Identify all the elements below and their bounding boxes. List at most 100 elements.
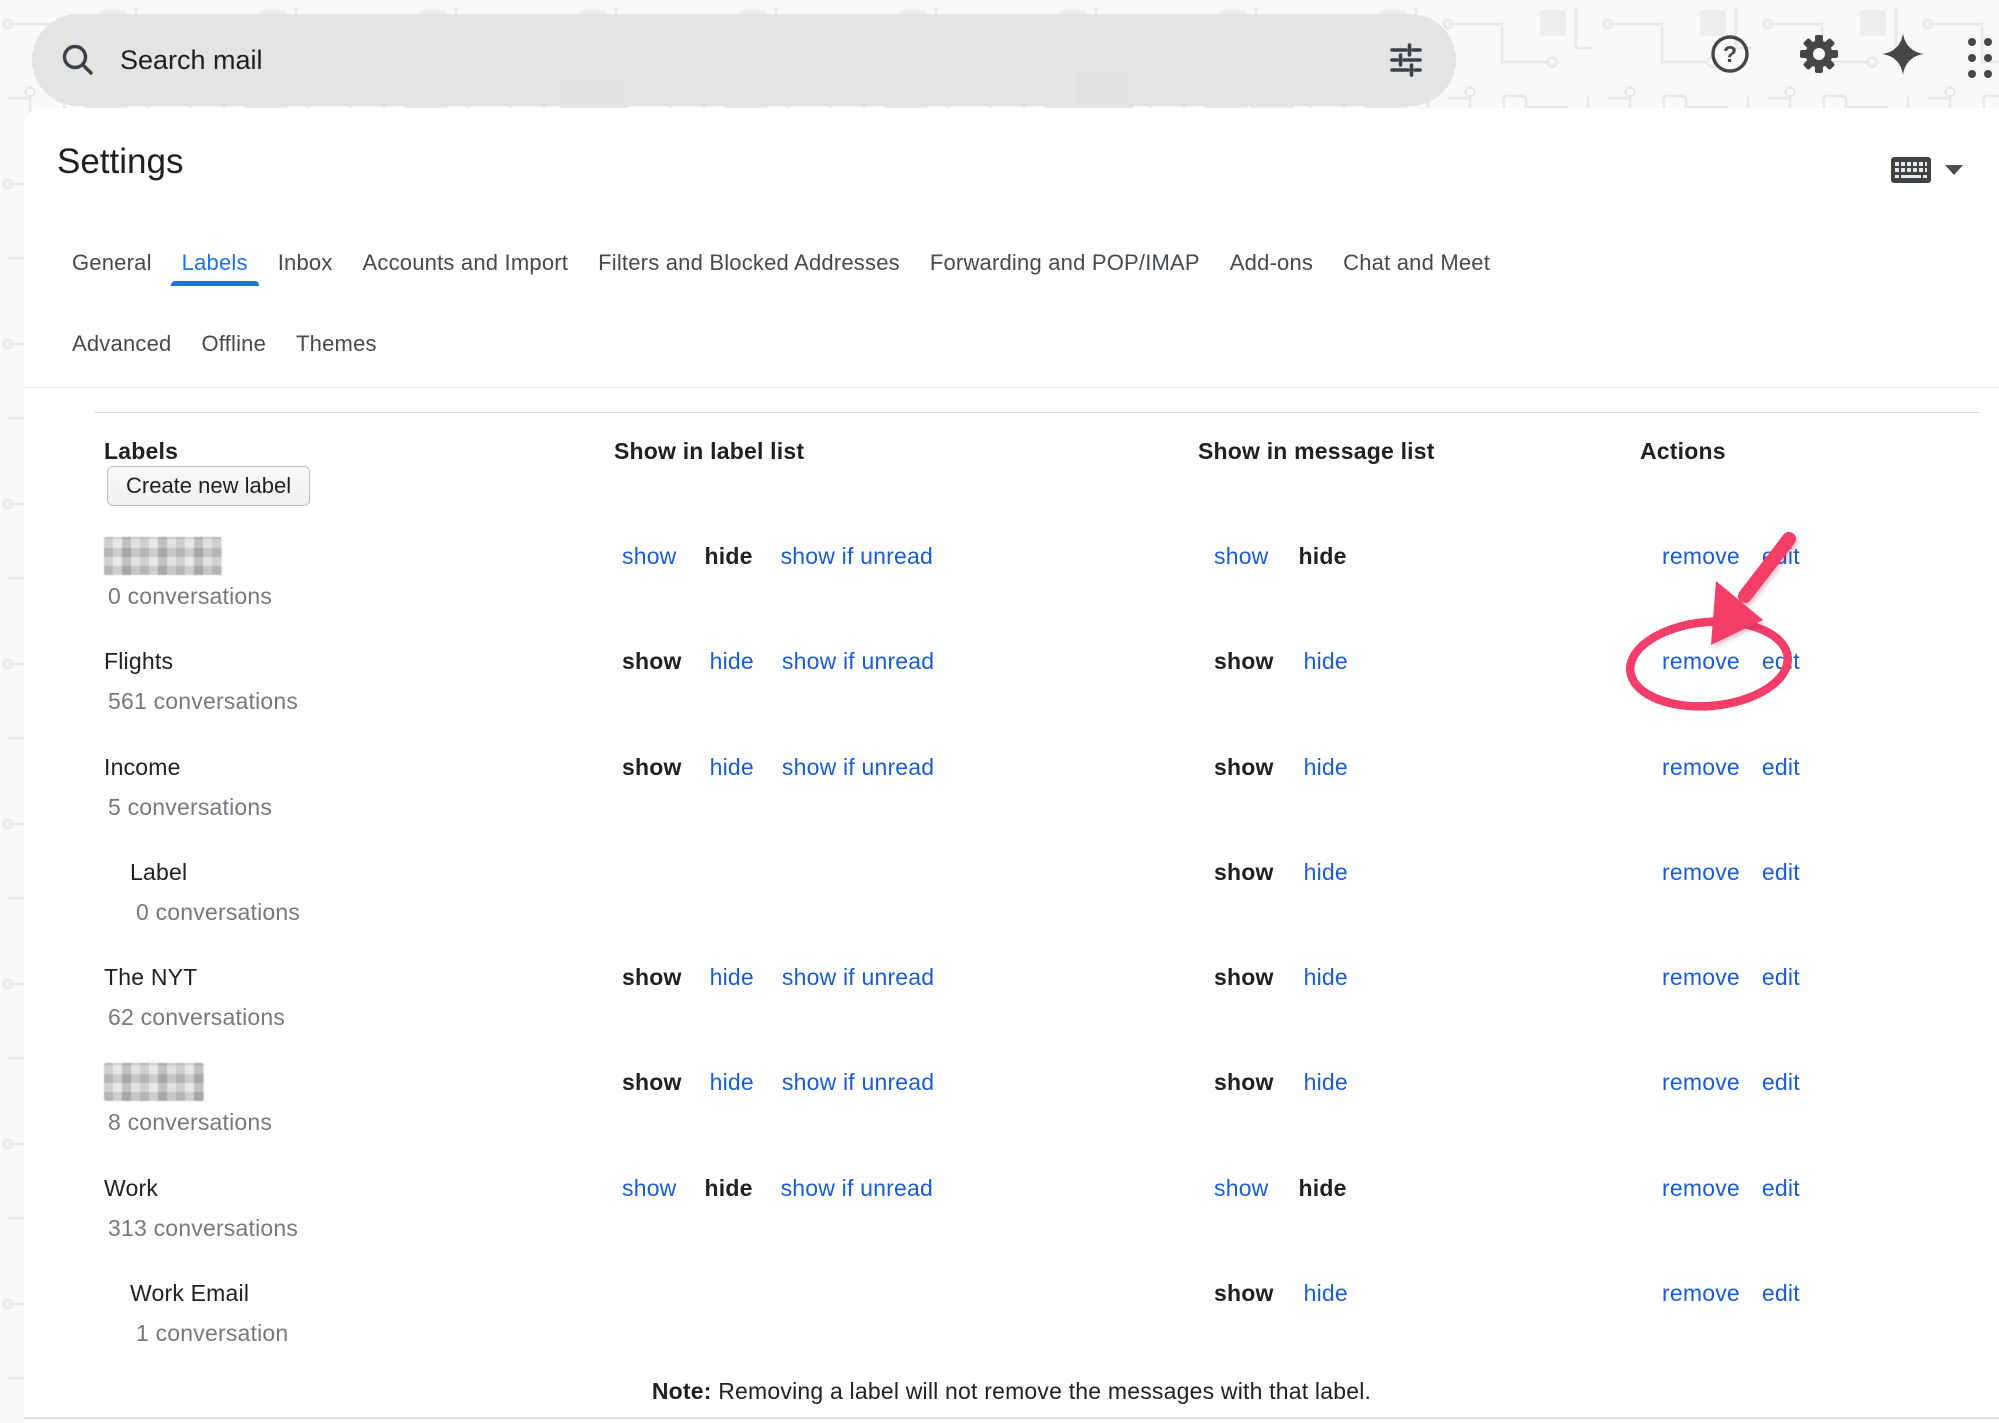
label-list-show-link[interactable]: show	[622, 648, 682, 675]
label-conversation-count: 0 conversations	[108, 583, 272, 610]
apps-grid-icon[interactable]	[1962, 30, 1999, 86]
search-bar[interactable]: Search mail	[32, 14, 1456, 106]
label-name: Income	[104, 754, 181, 781]
table-row: Work Email 1 conversation show hide remo…	[0, 1280, 1999, 1376]
label-name: Work Email	[130, 1280, 249, 1307]
remove-link[interactable]: remove	[1662, 648, 1740, 675]
label-list-hide-link[interactable]: hide	[705, 543, 753, 570]
row-actions: remove edit	[1662, 1280, 1800, 1307]
remove-link[interactable]: remove	[1662, 1175, 1740, 1202]
label-list-hide-link[interactable]: hide	[710, 1069, 754, 1096]
table-row: 8 conversations show hide show if unread…	[0, 1069, 1999, 1165]
label-name: Label	[130, 859, 187, 886]
remove-link[interactable]: remove	[1662, 964, 1740, 991]
label-list-show-if-unread-link[interactable]: show if unread	[781, 543, 933, 570]
show-in-message-list-options: show hide	[1214, 964, 1348, 991]
label-name: Work	[104, 1175, 158, 1202]
table-row: The NYT 62 conversations show hide show …	[0, 964, 1999, 1060]
edit-link[interactable]: edit	[1762, 1175, 1800, 1202]
search-input[interactable]: Search mail	[120, 45, 1384, 76]
message-list-hide-link[interactable]: hide	[1304, 1280, 1348, 1307]
row-actions: remove edit	[1662, 859, 1800, 886]
label-conversation-count: 313 conversations	[108, 1215, 298, 1242]
label-list-show-link[interactable]: show	[622, 1175, 677, 1202]
gmail-settings-page: Search mail ?	[0, 0, 1999, 1423]
message-list-show-link[interactable]: show	[1214, 648, 1274, 675]
show-in-message-list-options: show hide	[1214, 543, 1347, 570]
settings-gear-icon[interactable]	[1795, 30, 1843, 78]
label-list-show-if-unread-link[interactable]: show if unread	[782, 754, 934, 781]
show-in-label-list-options: show hide show if unread	[622, 648, 934, 675]
remove-link[interactable]: remove	[1662, 1069, 1740, 1096]
message-list-show-link[interactable]: show	[1214, 1280, 1274, 1307]
show-in-label-list-options: show hide show if unread	[622, 1069, 934, 1096]
message-list-hide-link[interactable]: hide	[1304, 964, 1348, 991]
message-list-show-link[interactable]: show	[1214, 1069, 1274, 1096]
row-actions: remove edit	[1662, 1175, 1800, 1202]
label-list-show-link[interactable]: show	[622, 1069, 682, 1096]
label-list-hide-link[interactable]: hide	[710, 754, 754, 781]
message-list-hide-link[interactable]: hide	[1304, 754, 1348, 781]
show-in-message-list-options: show hide	[1214, 754, 1348, 781]
label-list-hide-link[interactable]: hide	[705, 1175, 753, 1202]
edit-link[interactable]: edit	[1762, 964, 1800, 991]
message-list-hide-link[interactable]: hide	[1299, 1175, 1347, 1202]
table-row: 0 conversations show hide show if unread…	[0, 543, 1999, 639]
label-list-show-if-unread-link[interactable]: show if unread	[782, 648, 934, 675]
labels-table: 0 conversations show hide show if unread…	[0, 0, 1999, 1423]
label-list-show-if-unread-link[interactable]: show if unread	[782, 964, 934, 991]
gemini-sparkle-icon[interactable]	[1879, 30, 1927, 78]
note-text: Removing a label will not remove the mes…	[712, 1378, 1371, 1404]
label-list-hide-link[interactable]: hide	[710, 648, 754, 675]
message-list-show-link[interactable]: show	[1214, 1175, 1269, 1202]
show-in-label-list-options: show hide show if unread	[622, 1175, 933, 1202]
label-list-show-link[interactable]: show	[622, 754, 682, 781]
message-list-show-link[interactable]: show	[1214, 543, 1269, 570]
table-row: Label 0 conversations show hide remove e…	[0, 859, 1999, 955]
row-actions: remove edit	[1662, 543, 1800, 570]
show-in-label-list-options: show hide show if unread	[622, 754, 934, 781]
message-list-hide-link[interactable]: hide	[1304, 859, 1348, 886]
row-actions: remove edit	[1662, 964, 1800, 991]
label-conversation-count: 0 conversations	[136, 899, 300, 926]
label-name: The NYT	[104, 964, 197, 991]
label-conversation-count: 5 conversations	[108, 794, 272, 821]
edit-link[interactable]: edit	[1762, 1069, 1800, 1096]
tune-filter-icon[interactable]	[1384, 38, 1428, 82]
message-list-hide-link[interactable]: hide	[1304, 1069, 1348, 1096]
edit-link[interactable]: edit	[1762, 543, 1800, 570]
label-conversation-count: 1 conversation	[136, 1320, 288, 1347]
redacted-label	[104, 537, 222, 575]
label-list-show-if-unread-link[interactable]: show if unread	[781, 1175, 933, 1202]
redacted-label	[104, 1063, 204, 1101]
remove-link[interactable]: remove	[1662, 754, 1740, 781]
show-in-message-list-options: show hide	[1214, 1175, 1347, 1202]
message-list-show-link[interactable]: show	[1214, 754, 1274, 781]
label-name: Flights	[104, 648, 173, 675]
edit-link[interactable]: edit	[1762, 859, 1800, 886]
svg-text:?: ?	[1723, 41, 1737, 67]
help-icon[interactable]: ?	[1706, 30, 1754, 78]
label-list-show-if-unread-link[interactable]: show if unread	[782, 1069, 934, 1096]
edit-link[interactable]: edit	[1762, 1280, 1800, 1307]
remove-link[interactable]: remove	[1662, 859, 1740, 886]
label-conversation-count: 561 conversations	[108, 688, 298, 715]
label-list-show-link[interactable]: show	[622, 543, 677, 570]
show-in-message-list-options: show hide	[1214, 1280, 1348, 1307]
message-list-show-link[interactable]: show	[1214, 859, 1274, 886]
edit-link[interactable]: edit	[1762, 648, 1800, 675]
label-list-hide-link[interactable]: hide	[710, 964, 754, 991]
search-icon[interactable]	[58, 40, 98, 80]
label-list-show-link[interactable]: show	[622, 964, 682, 991]
label-conversation-count: 62 conversations	[108, 1004, 285, 1031]
remove-link[interactable]: remove	[1662, 543, 1740, 570]
show-in-message-list-options: show hide	[1214, 648, 1348, 675]
message-list-hide-link[interactable]: hide	[1304, 648, 1348, 675]
footer-note: Note: Removing a label will not remove t…	[24, 1378, 1999, 1405]
message-list-hide-link[interactable]: hide	[1299, 543, 1347, 570]
remove-link[interactable]: remove	[1662, 1280, 1740, 1307]
message-list-show-link[interactable]: show	[1214, 964, 1274, 991]
table-row: Flights 561 conversations show hide show…	[0, 648, 1999, 744]
edit-link[interactable]: edit	[1762, 754, 1800, 781]
show-in-label-list-options: show hide show if unread	[622, 964, 934, 991]
